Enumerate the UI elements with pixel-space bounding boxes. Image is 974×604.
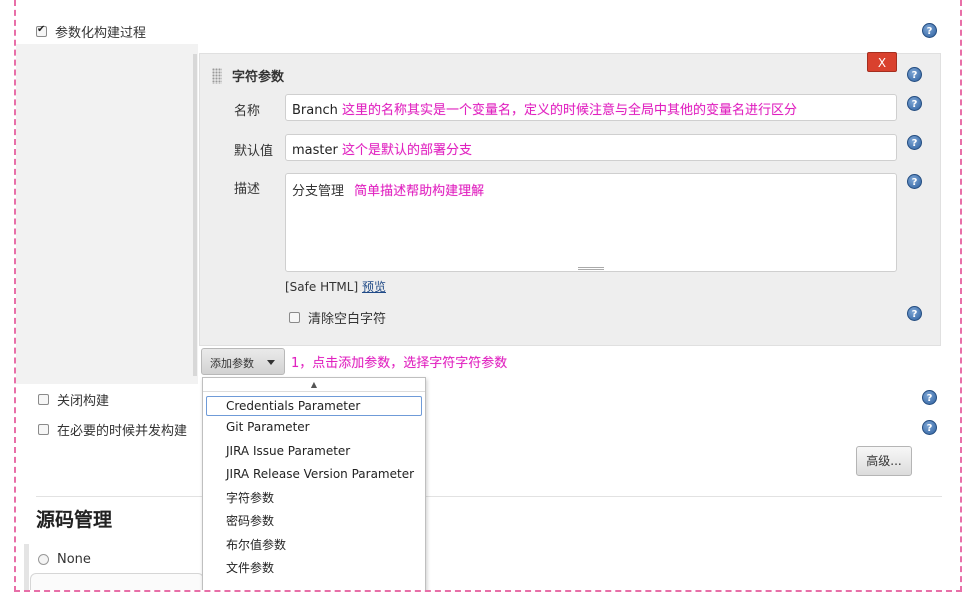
parameterized-build-label: 参数化构建过程 [55, 26, 147, 41]
dropdown-item-boolean[interactable]: 布尔值参数 [203, 534, 425, 558]
dropdown-item-file[interactable]: 文件参数 [203, 557, 425, 581]
scm-section-title: 源码管理 [36, 509, 113, 531]
trim-label: 清除空白字符 [308, 312, 387, 327]
parameter-indent-bar [193, 54, 197, 376]
scm-option-panel [30, 573, 204, 590]
scm-none-row: None [38, 552, 91, 567]
help-icon[interactable]: ? [922, 390, 937, 405]
drag-handle-icon[interactable] [212, 68, 222, 84]
disable-build-checkbox[interactable] [38, 394, 49, 405]
delete-parameter-button[interactable]: X [867, 52, 897, 72]
dropdown-item-jira-issue[interactable]: JIRA Issue Parameter [203, 440, 425, 464]
preview-link[interactable]: 预览 [362, 280, 386, 294]
scm-none-label: None [57, 552, 91, 567]
section-divider [36, 496, 942, 497]
config-frame: 参数化构建过程 ? 字符参数 X 名称 Branch 这里的名称其实是一个变量名… [14, 0, 962, 592]
help-icon[interactable]: ? [907, 306, 922, 321]
parameterized-build-checkbox[interactable] [36, 24, 47, 37]
help-icon[interactable]: ? [922, 420, 937, 435]
default-value-field[interactable]: master 这个是默认的部署分支 [285, 134, 897, 161]
dropdown-item-git[interactable]: Git Parameter [203, 416, 425, 440]
dropdown-item-string[interactable]: 字符参数 [203, 487, 425, 511]
scroll-up-icon[interactable]: ▲ [203, 378, 425, 392]
help-icon[interactable]: ? [907, 174, 922, 189]
dropdown-item-jira-release[interactable]: JIRA Release Version Parameter [203, 463, 425, 487]
add-parameter-annotation: 1，点击添加参数，选择字符字符参数 [291, 356, 508, 371]
caret-down-icon [267, 360, 275, 365]
safe-html-label: [Safe HTML] [285, 280, 359, 294]
help-icon[interactable]: ? [907, 96, 922, 111]
description-annotation: 简单描述帮助构建理解 [354, 184, 485, 199]
trim-checkbox[interactable] [289, 312, 300, 323]
description-label: 描述 [234, 182, 261, 197]
default-annotation: 这个是默认的部署分支 [341, 143, 472, 158]
name-value: Branch [292, 103, 338, 118]
section-indent-band [16, 44, 198, 384]
name-field[interactable]: Branch 这里的名称其实是一个变量名，定义的时候注意与全局中其他的变量名进行… [285, 94, 897, 121]
dropdown-item-credentials[interactable]: Credentials Parameter [206, 396, 422, 416]
add-parameter-label: 添加参数 [210, 357, 254, 370]
help-icon[interactable]: ? [907, 67, 922, 82]
name-annotation: 这里的名称其实是一个变量名，定义的时候注意与全局中其他的变量名进行区分 [342, 103, 798, 118]
add-parameter-dropdown: ▲ Credentials Parameter Git Parameter JI… [202, 377, 426, 590]
add-parameter-button[interactable]: 添加参数 [201, 348, 285, 375]
help-icon[interactable]: ? [907, 135, 922, 150]
parameterized-build-row: 参数化构建过程 [36, 22, 146, 41]
concurrent-build-row: 在必要的时候并发构建 [38, 420, 187, 439]
concurrent-build-checkbox[interactable] [38, 424, 49, 435]
advanced-button[interactable]: 高级... [856, 446, 912, 476]
trim-row: 清除空白字符 [289, 308, 386, 327]
dropdown-item-password[interactable]: 密码参数 [203, 510, 425, 534]
disable-build-row: 关闭构建 [38, 390, 109, 409]
concurrent-build-label: 在必要的时候并发构建 [57, 424, 188, 439]
default-value: master [292, 143, 338, 158]
safe-html-row: [Safe HTML] 预览 [285, 278, 386, 295]
string-parameter-panel: 字符参数 X 名称 Branch 这里的名称其实是一个变量名，定义的时候注意与全… [199, 52, 941, 346]
textarea-resize-grip[interactable] [578, 267, 604, 270]
description-value: 分支管理 [292, 184, 345, 199]
parameter-type-title: 字符参数 [232, 70, 285, 85]
disable-build-label: 关闭构建 [57, 394, 110, 409]
scm-none-radio[interactable] [38, 554, 49, 565]
help-icon[interactable]: ? [922, 23, 937, 38]
default-value-label: 默认值 [234, 144, 274, 159]
description-textarea[interactable]: 分支管理 简单描述帮助构建理解 [285, 173, 897, 272]
scm-indent-band [24, 544, 29, 590]
name-label: 名称 [234, 104, 261, 119]
